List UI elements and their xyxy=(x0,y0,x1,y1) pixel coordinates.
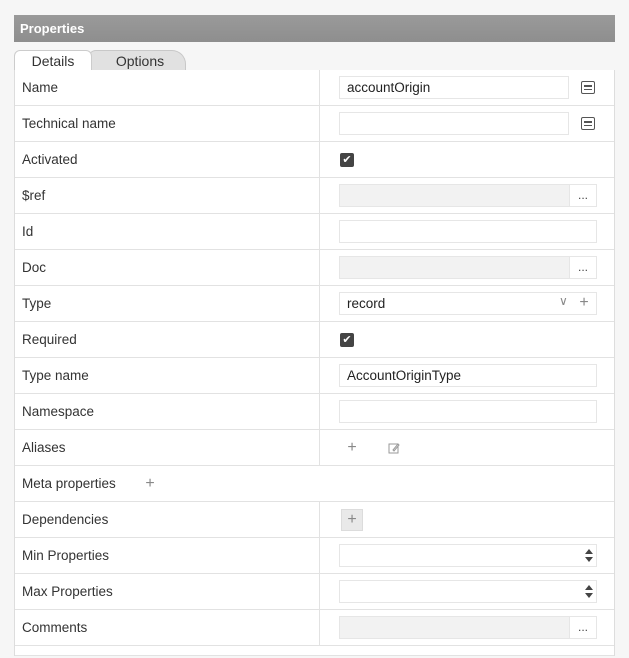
row-type: Type record ∨ + xyxy=(15,286,614,322)
row-type-name: Type name xyxy=(15,358,614,394)
column-divider xyxy=(319,430,320,465)
meta-properties-label: Meta properties xyxy=(22,476,116,491)
id-label: Id xyxy=(22,224,34,239)
row-name: Name xyxy=(15,70,614,106)
activated-checkbox[interactable]: ✔ xyxy=(340,153,354,167)
comments-input[interactable] xyxy=(339,616,597,639)
list-icon[interactable] xyxy=(581,117,595,130)
column-divider xyxy=(319,178,320,213)
column-divider xyxy=(319,70,320,105)
max-properties-stepper[interactable] xyxy=(585,584,595,600)
comments-label: Comments xyxy=(22,620,88,635)
chevron-down-icon[interactable]: ∨ xyxy=(559,295,568,307)
max-properties-input[interactable] xyxy=(339,580,597,603)
row-namespace: Namespace xyxy=(15,394,614,430)
type-select-value: record xyxy=(347,296,386,311)
properties-grid: Name Technical name Activated ✔ $ref ...… xyxy=(14,70,615,656)
column-divider xyxy=(319,538,320,573)
edit-icon[interactable] xyxy=(383,437,405,459)
type-name-label: Type name xyxy=(22,368,89,383)
panel-title: Properties xyxy=(14,15,615,42)
ref-browse-button[interactable]: ... xyxy=(569,184,597,207)
column-divider xyxy=(319,574,320,609)
column-divider xyxy=(319,610,320,645)
row-activated: Activated ✔ xyxy=(15,142,614,178)
stepper-up-icon[interactable] xyxy=(585,549,593,554)
column-divider xyxy=(319,394,320,429)
tab-bar: Options Details xyxy=(14,42,615,70)
comments-browse-button[interactable]: ... xyxy=(569,616,597,639)
stepper-down-icon[interactable] xyxy=(585,557,593,562)
column-divider xyxy=(319,250,320,285)
min-properties-label: Min Properties xyxy=(22,548,110,563)
row-ref: $ref ... xyxy=(15,178,614,214)
max-properties-label: Max Properties xyxy=(22,584,113,599)
add-meta-property-icon[interactable]: + xyxy=(139,473,161,495)
doc-label: Doc xyxy=(22,260,47,275)
namespace-label: Namespace xyxy=(22,404,95,419)
tab-options[interactable]: Options xyxy=(88,50,186,70)
stepper-up-icon[interactable] xyxy=(585,585,593,590)
name-label: Name xyxy=(22,80,59,95)
doc-input[interactable] xyxy=(339,256,597,279)
dependencies-label: Dependencies xyxy=(22,512,109,527)
row-meta-properties: Meta properties + xyxy=(15,466,614,502)
add-alias-icon[interactable]: + xyxy=(341,437,363,459)
row-technical-name: Technical name xyxy=(15,106,614,142)
stepper-down-icon[interactable] xyxy=(585,593,593,598)
name-input[interactable] xyxy=(339,76,569,99)
row-max-properties: Max Properties xyxy=(15,574,614,610)
row-dependencies: Dependencies + xyxy=(15,502,614,538)
column-divider xyxy=(319,502,320,537)
aliases-label: Aliases xyxy=(22,440,66,455)
type-label: Type xyxy=(22,296,52,311)
row-min-properties: Min Properties xyxy=(15,538,614,574)
properties-panel: Properties Options Details Name Technica… xyxy=(14,15,615,656)
list-icon[interactable] xyxy=(581,81,595,94)
column-divider xyxy=(319,286,320,321)
ref-input[interactable] xyxy=(339,184,597,207)
activated-label: Activated xyxy=(22,152,78,167)
type-name-input[interactable] xyxy=(339,364,597,387)
column-divider xyxy=(319,142,320,177)
column-divider xyxy=(319,214,320,249)
row-aliases: Aliases + xyxy=(15,430,614,466)
required-checkbox[interactable]: ✔ xyxy=(340,333,354,347)
doc-browse-button[interactable]: ... xyxy=(569,256,597,279)
column-divider xyxy=(319,106,320,141)
column-divider xyxy=(319,322,320,357)
row-comments: Comments ... xyxy=(15,610,614,646)
namespace-input[interactable] xyxy=(339,400,597,423)
grid-footer xyxy=(15,646,614,656)
add-type-icon[interactable]: + xyxy=(573,292,595,314)
min-properties-input[interactable] xyxy=(339,544,597,567)
ref-label: $ref xyxy=(22,188,46,203)
technical-name-label: Technical name xyxy=(22,116,116,131)
row-required: Required ✔ xyxy=(15,322,614,358)
column-divider xyxy=(319,358,320,393)
row-id: Id xyxy=(15,214,614,250)
row-doc: Doc ... xyxy=(15,250,614,286)
technical-name-input[interactable] xyxy=(339,112,569,135)
required-label: Required xyxy=(22,332,77,347)
id-input[interactable] xyxy=(339,220,597,243)
tab-details[interactable]: Details xyxy=(14,50,92,70)
min-properties-stepper[interactable] xyxy=(585,548,595,564)
add-dependency-icon[interactable]: + xyxy=(341,509,363,531)
